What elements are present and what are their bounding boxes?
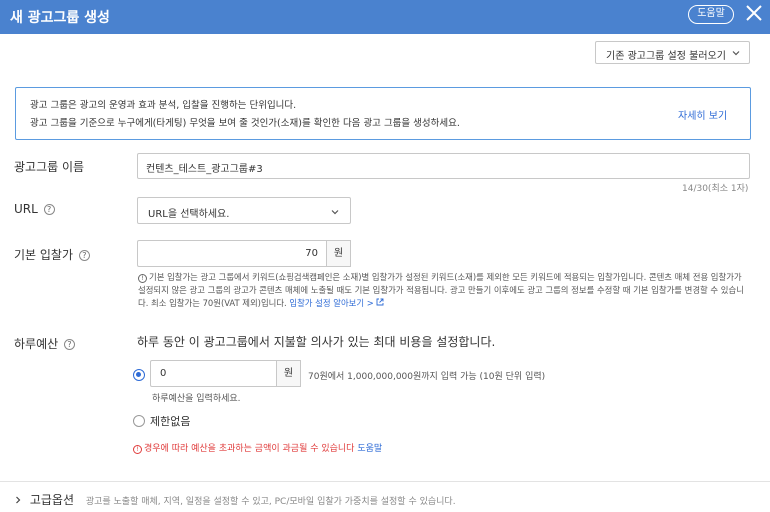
daily-budget-input[interactable]: 0 xyxy=(150,360,276,387)
daily-budget-unit: 원 xyxy=(276,360,301,387)
info-line-2: 광고 그룹을 기준으로 누구에게(타게팅) 무엇을 보여 줄 것인가(소재)를 … xyxy=(30,118,460,129)
question-icon[interactable]: ? xyxy=(64,339,75,350)
default-bid-label-text: 기본 입찰가 xyxy=(14,248,74,262)
external-link-icon[interactable] xyxy=(376,298,384,306)
info-box: 광고 그룹은 광고의 운영과 효과 분석, 입찰을 진행하는 단위입니다. 광고… xyxy=(15,87,751,140)
section-divider xyxy=(0,481,770,482)
load-existing-settings-dropdown[interactable]: 기존 광고그룹 설정 불러오기 xyxy=(595,41,750,64)
budget-unlimited-label[interactable]: 제한없음 xyxy=(150,413,190,429)
question-icon[interactable]: ? xyxy=(78,250,90,261)
info-line-1: 광고 그룹은 광고의 운영과 효과 분석, 입찰을 진행하는 단위입니다. xyxy=(30,100,297,111)
url-select[interactable]: URL을 선택하세요. xyxy=(137,197,351,224)
default-bid-label: 기본 입찰가 ? xyxy=(14,246,90,263)
chevron-right-icon xyxy=(16,496,21,504)
chevron-down-icon xyxy=(331,210,339,215)
dialog-title: 새 광고그룹 생성 xyxy=(10,10,110,26)
ad-group-name-label: 광고그룹 이름 xyxy=(14,158,84,175)
daily-budget-value: 0 xyxy=(160,368,167,379)
budget-help-link[interactable]: 도움말 xyxy=(357,444,382,454)
advanced-options-description: 광고를 노출할 매체, 지역, 일정을 설정할 수 있고, PC/모바일 입찰가… xyxy=(85,497,456,507)
advanced-options-title: 고급옵션 xyxy=(29,493,74,507)
ad-group-name-input[interactable]: 컨텐츠_테스트_광고그룹#3 xyxy=(137,153,750,179)
load-existing-settings-label: 기존 광고그룹 설정 불러오기 xyxy=(606,51,726,62)
ad-group-name-value: 컨텐츠_테스트_광고그룹#3 xyxy=(146,164,263,175)
daily-budget-range: 70원에서 1,000,000,000원까지 입력 가능 (10원 단위 입력) xyxy=(308,372,546,382)
default-bid-input[interactable]: 70 xyxy=(137,240,326,267)
ad-group-name-label-text: 광고그룹 이름 xyxy=(14,160,85,174)
chevron-down-icon xyxy=(732,51,740,56)
daily-budget-label: 하루예산 ? xyxy=(14,335,75,352)
default-bid-value: 70 xyxy=(305,248,318,259)
url-label: URL ? xyxy=(14,202,55,216)
daily-budget-hint: 하루예산을 입력하세요. xyxy=(152,394,241,404)
url-label-text: URL xyxy=(14,202,38,216)
question-icon[interactable]: ? xyxy=(43,204,55,215)
close-icon[interactable] xyxy=(744,3,764,23)
url-select-placeholder: URL을 선택하세요. xyxy=(148,209,230,220)
help-button[interactable]: 도움말 xyxy=(688,5,734,24)
dialog-header: 새 광고그룹 생성 도움말 xyxy=(0,0,770,34)
learn-more-link[interactable]: 자세히 보기 xyxy=(678,107,727,122)
advanced-options-toggle[interactable]: 고급옵션 광고를 노출할 매체, 지역, 일정을 설정할 수 있고, PC/모바… xyxy=(14,491,456,508)
info-icon: ! xyxy=(138,274,147,283)
warning-icon: ! xyxy=(133,445,142,454)
daily-budget-label-text: 하루예산 xyxy=(14,337,59,351)
budget-amount-radio[interactable] xyxy=(133,369,145,381)
default-bid-help: ! 기본 입찰가는 광고 그룹에서 키워드(쇼핑검색캠페인은 소재)별 입찰가가 … xyxy=(138,271,750,310)
budget-warning: ! 경우에 따라 예산을 초과하는 금액이 과금될 수 있습니다 도움말 xyxy=(133,441,382,454)
budget-warning-text: 경우에 따라 예산을 초과하는 금액이 과금될 수 있습니다 xyxy=(144,444,355,454)
budget-unlimited-radio[interactable] xyxy=(133,415,145,427)
bid-settings-link[interactable]: 입찰가 설정 알아보기 > xyxy=(289,298,373,308)
default-bid-help-text: 기본 입찰가는 광고 그룹에서 키워드(쇼핑검색캠페인은 소재)별 입찰가가 설… xyxy=(138,272,744,308)
default-bid-unit: 원 xyxy=(326,240,351,267)
daily-budget-description: 하루 동안 이 광고그룹에서 지불할 의사가 있는 최대 비용을 설정합니다. xyxy=(137,335,496,349)
name-char-counter: 14/30(최소 1자) xyxy=(682,184,749,194)
